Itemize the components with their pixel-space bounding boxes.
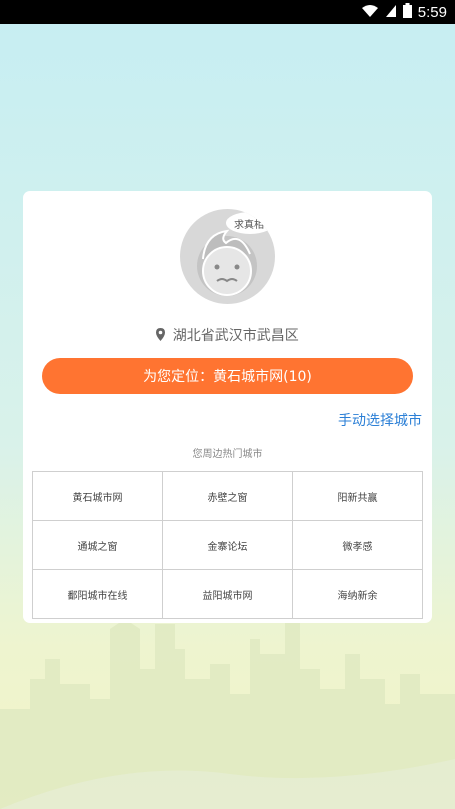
city-cell[interactable]: 通城之窗 (32, 520, 163, 570)
city-row: 鄱阳城市在线 益阳城市网 海纳新余 (32, 569, 423, 619)
status-time: 5:59 (417, 4, 447, 21)
city-cell[interactable]: 赤壁之窗 (162, 471, 293, 521)
city-cell[interactable]: 益阳城市网 (162, 569, 293, 619)
city-skyline-background (0, 614, 455, 809)
battery-icon (402, 3, 412, 22)
hot-cities-title: 您周边热门城市 (192, 449, 263, 460)
location-pin-icon (156, 327, 166, 345)
locate-city-label: 为您定位：黄石城市网(10) (143, 369, 312, 385)
wifi-icon (361, 3, 379, 22)
city-cell[interactable]: 海纳新余 (292, 569, 423, 619)
manual-select-city-link[interactable]: 手动选择城市 (338, 410, 422, 430)
city-cell[interactable]: 阳新共赢 (292, 471, 423, 521)
city-cell[interactable]: 金寨论坛 (162, 520, 293, 570)
avatar-badge-text: 求真相 (234, 218, 264, 231)
city-row: 通城之窗 金寨论坛 微孝感 (32, 520, 423, 570)
city-cell[interactable]: 黄石城市网 (32, 471, 163, 521)
location-card: 求真相 湖北省武汉市武昌区 为您定位：黄石城市网(10) 手动选择城市 您周边热… (23, 191, 432, 623)
avatar: 求真相 (180, 209, 275, 304)
current-location: 湖北省武汉市武昌区 (23, 325, 432, 345)
city-row: 黄石城市网 赤壁之窗 阳新共赢 (32, 471, 423, 521)
status-bar: 5:59 (0, 0, 455, 24)
location-text: 湖北省武汉市武昌区 (172, 328, 299, 344)
locate-city-button[interactable]: 为您定位：黄石城市网(10) (42, 358, 413, 394)
status-icons: 5:59 (361, 3, 447, 22)
hot-cities-grid: 黄石城市网 赤壁之窗 阳新共赢 通城之窗 金寨论坛 微孝感 鄱阳城市在线 益阳城… (32, 471, 423, 619)
city-cell[interactable]: 鄱阳城市在线 (32, 569, 163, 619)
city-cell[interactable]: 微孝感 (292, 520, 423, 570)
cell-signal-icon (385, 3, 397, 22)
